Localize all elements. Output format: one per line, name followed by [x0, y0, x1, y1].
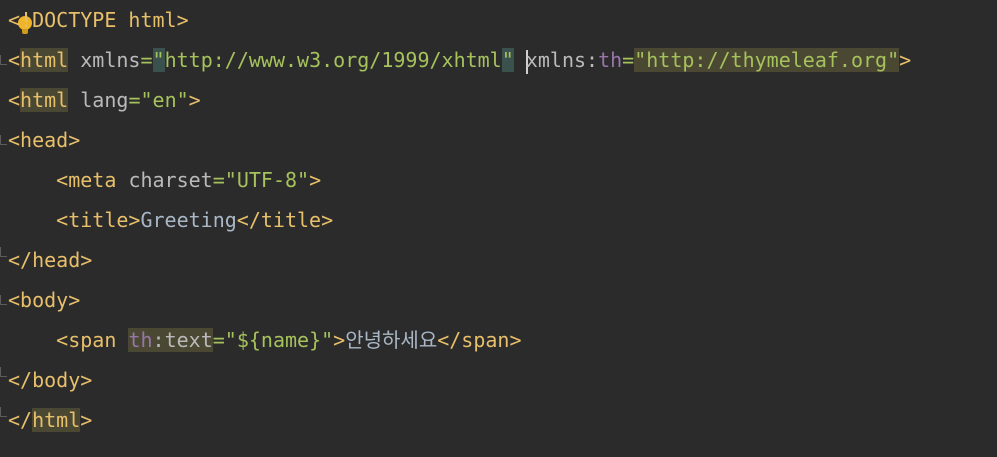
namespace-th: th	[128, 328, 153, 352]
tag-name-span: span	[68, 328, 117, 352]
tag-span-close: </span>	[437, 328, 522, 352]
code-line-7[interactable]: </head>	[8, 240, 92, 280]
code-line-5[interactable]: <meta charset="UTF-8">	[8, 160, 321, 200]
tag-name-body: body	[32, 368, 81, 392]
attr-value-charset: "UTF-8"	[224, 168, 310, 192]
tag-bracket: >	[80, 248, 93, 272]
doctype-bracket: <	[8, 8, 21, 32]
tag-name-head: head	[20, 128, 69, 152]
tag-bracket: >	[899, 48, 912, 72]
attr-xmlns-th: xmlns:	[525, 48, 599, 72]
tag-name-html: html	[32, 408, 81, 432]
tag-bracket: >	[188, 88, 201, 112]
code-line-10[interactable]: </body>	[8, 360, 92, 400]
namespace-th: th	[598, 48, 623, 72]
tag-bracket: <	[8, 48, 21, 72]
equals: =	[212, 328, 225, 352]
tag-name-html: html	[20, 88, 69, 112]
tag-bracket: >	[333, 328, 346, 352]
equals: =	[622, 48, 635, 72]
tag-name-meta: meta	[68, 168, 117, 192]
code-line-2[interactable]: <html xmlns="http://www.w3.org/1999/xhtm…	[8, 40, 911, 80]
tag-title-close: </title>	[236, 208, 334, 232]
tag-name-body: body	[20, 288, 69, 312]
tag-name-head: head	[32, 248, 81, 272]
code-line-8[interactable]: <body>	[8, 280, 80, 320]
span-text: 안녕하세요	[345, 328, 438, 352]
tag-title-open: <title>	[56, 208, 141, 232]
fold-marker-icon[interactable]	[0, 295, 7, 305]
code-editor[interactable]: <!DOCTYPE html> <html xmlns="http://www.…	[0, 0, 997, 457]
doctype-text: !DOCTYPE html>	[20, 8, 189, 32]
tag-bracket: </	[8, 248, 33, 272]
tag-bracket: >	[68, 128, 81, 152]
attr-charset: charset	[128, 168, 213, 192]
attr-xmlns: xmlns	[80, 48, 141, 72]
tag-bracket: >	[309, 168, 322, 192]
tag-bracket: >	[80, 408, 93, 432]
quote-open: "	[152, 48, 165, 72]
attr-lang: lang	[80, 88, 129, 112]
code-line-4[interactable]: <head>	[8, 120, 80, 160]
tag-bracket: >	[80, 368, 93, 392]
code-line-1[interactable]: <!DOCTYPE html>	[8, 0, 189, 40]
tag-name-html: html	[20, 48, 69, 72]
attr-th-text: :text	[152, 328, 213, 352]
tag-bracket: >	[68, 288, 81, 312]
fold-marker-icon[interactable]	[0, 55, 7, 65]
title-text: Greeting	[140, 208, 237, 232]
equals: =	[128, 88, 141, 112]
tag-bracket: <	[56, 168, 69, 192]
attr-value-thymeleaf: "http://thymeleaf.org"	[634, 48, 900, 72]
code-line-9[interactable]: <span th:text="${name}">안녕하세요</span>	[8, 320, 522, 360]
attr-value-name: "${name}"	[224, 328, 334, 352]
tag-bracket: <	[56, 328, 69, 352]
code-line-6[interactable]: <title>Greeting</title>	[8, 200, 333, 240]
tag-bracket: <	[8, 288, 21, 312]
fold-marker-icon[interactable]	[0, 367, 7, 377]
equals: =	[212, 168, 225, 192]
code-line-11[interactable]: </html>	[8, 400, 92, 440]
code-line-3[interactable]: <html lang="en">	[8, 80, 201, 120]
fold-marker-icon[interactable]	[0, 247, 7, 257]
tag-bracket: <	[8, 88, 21, 112]
attr-value-xmlns: http://www.w3.org/1999/xhtml	[164, 48, 502, 72]
fold-marker-icon[interactable]	[0, 135, 7, 145]
tag-bracket: <	[8, 128, 21, 152]
attr-value-lang: "en"	[140, 88, 189, 112]
tag-bracket: </	[8, 368, 33, 392]
equals: =	[140, 48, 153, 72]
fold-marker-icon[interactable]	[0, 407, 7, 417]
quote-close: "	[501, 48, 514, 72]
tag-bracket: </	[8, 408, 33, 432]
